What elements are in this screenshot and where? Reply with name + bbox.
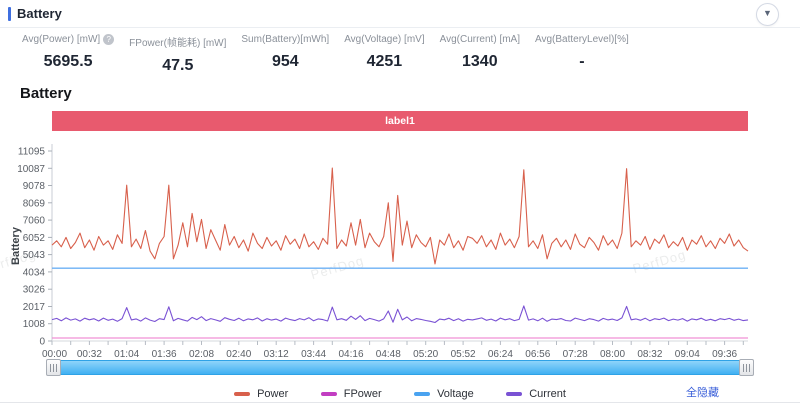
legend-swatch — [234, 392, 251, 396]
stat-value: 5695.5 — [43, 53, 93, 70]
stat-sum-battery: Sum(Battery)[mWh] 954 — [241, 34, 329, 71]
svg-text:10087: 10087 — [17, 164, 45, 175]
chevron-down-icon: ▼ — [763, 8, 772, 18]
legend-item-current[interactable]: Current — [506, 388, 566, 400]
svg-text:0: 0 — [39, 337, 45, 348]
scrollbar-right-handle[interactable] — [739, 359, 754, 376]
banner-label: label1 — [385, 115, 415, 127]
collapse-button[interactable]: ▼ — [756, 3, 779, 26]
stat-fpower: FPower(帧能耗) [mW] 47.5 — [129, 34, 226, 75]
scrollbar-left-handle[interactable] — [46, 359, 61, 376]
chart-legend: Power FPower Voltage Current — [0, 383, 800, 401]
hide-all-link[interactable]: 全隐藏 — [686, 384, 719, 400]
stat-label: FPower(帧能耗) [mW] — [129, 38, 227, 49]
stat-avg-power: Avg(Power) [mW] ? 5695.5 — [22, 34, 115, 71]
legend-item-power[interactable]: Power — [234, 388, 288, 400]
series-label-banner[interactable]: label1 — [52, 111, 748, 131]
legend-swatch — [414, 392, 431, 396]
stat-label: Sum(Battery)[mWh] — [241, 34, 330, 45]
stat-avg-battery-level: Avg(BatteryLevel)[%] - — [535, 34, 629, 71]
grip-icon — [50, 364, 58, 372]
legend-label: Power — [257, 388, 289, 400]
stat-value: 1340 — [462, 53, 498, 70]
svg-text:11095: 11095 — [18, 147, 46, 158]
legend-item-voltage[interactable]: Voltage — [414, 388, 474, 400]
svg-text:6052: 6052 — [23, 233, 46, 244]
battery-chart[interactable]: 11095 10087 9078 8069 7060 6052 5043 4034 3026 20… — [0, 138, 800, 360]
legend-item-fpower[interactable]: FPower — [320, 388, 382, 400]
svg-text:3026: 3026 — [23, 285, 46, 296]
battery-panel: PerfDog PerfDog PerfDog PerfDog PerfDog … — [0, 0, 800, 403]
grip-icon — [743, 364, 751, 372]
stat-avg-current: Avg(Current) [mA] 1340 — [440, 34, 520, 71]
scrollbar-track[interactable] — [52, 360, 748, 375]
panel-title: Battery — [17, 6, 62, 21]
header-accent-bar — [8, 7, 11, 21]
legend-swatch — [320, 392, 337, 396]
legend-label: Current — [529, 388, 566, 400]
stat-value: 47.5 — [162, 57, 194, 74]
stat-value: - — [579, 53, 585, 70]
help-icon[interactable]: ? — [103, 34, 115, 45]
panel-header: Battery ▼ — [0, 0, 800, 28]
svg-text:9078: 9078 — [23, 181, 46, 192]
stat-value: 4251 — [366, 53, 403, 70]
stat-label: Avg(Current) [mA] — [439, 34, 520, 45]
legend-swatch — [506, 392, 523, 396]
stats-row: Avg(Power) [mW] ? 5695.5 FPower(帧能耗) [mW… — [22, 34, 629, 75]
chart-range-scrollbar[interactable] — [46, 359, 754, 376]
stat-label: Avg(Voltage) [mV] — [344, 34, 425, 45]
svg-text:5043: 5043 — [23, 250, 46, 261]
stat-label: Avg(BatteryLevel)[%] — [535, 34, 629, 45]
svg-text:1008: 1008 — [23, 319, 46, 330]
stat-avg-voltage: Avg(Voltage) [mV] 4251 — [344, 34, 424, 71]
stat-label: Avg(Power) [mW] — [22, 34, 101, 45]
legend-label: FPower — [343, 388, 382, 400]
section-title: Battery — [20, 85, 72, 102]
legend-label: Voltage — [437, 388, 474, 400]
svg-text:2017: 2017 — [23, 302, 46, 313]
stat-value: 954 — [271, 53, 299, 70]
svg-text:7060: 7060 — [23, 216, 46, 227]
svg-text:4034: 4034 — [23, 267, 46, 278]
svg-text:8069: 8069 — [23, 198, 46, 209]
